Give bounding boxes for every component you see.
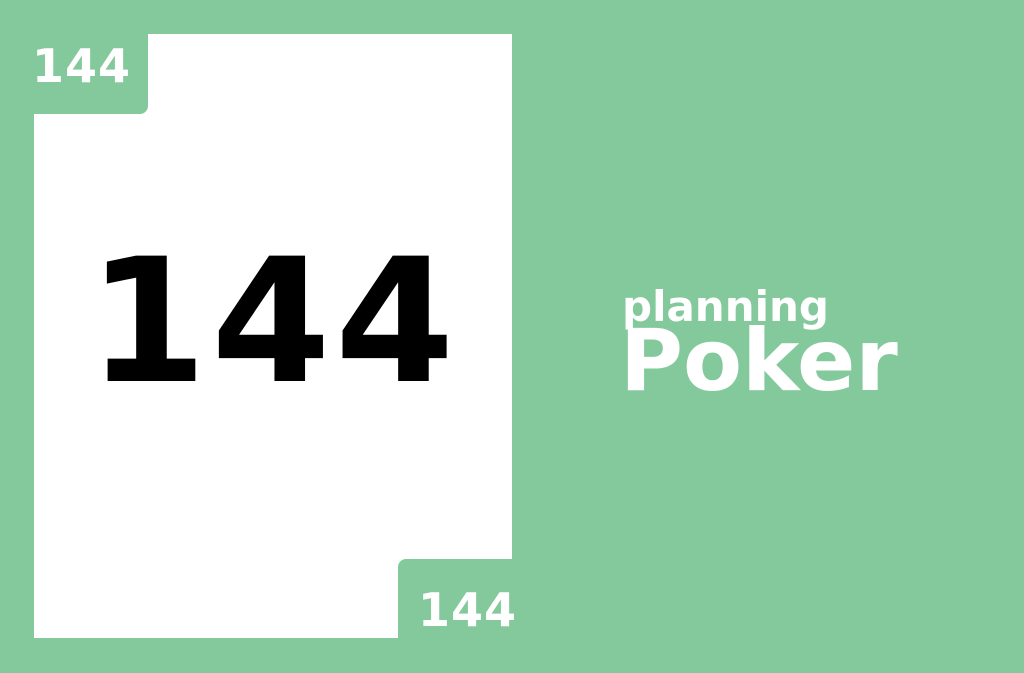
logo-text-poker: Poker — [620, 311, 898, 411]
corner-value-bottom-right: 144 — [418, 583, 518, 637]
card-value: 144 — [87, 221, 459, 422]
corner-value-top-left: 144 — [32, 39, 132, 93]
card-corner-top-left: 144 — [18, 34, 148, 114]
planning-poker-screen: 144 144 144 planning Poker — [0, 0, 1024, 673]
card-corner-bottom-right: 144 — [398, 559, 528, 649]
app-logo: planning Poker — [620, 286, 898, 411]
